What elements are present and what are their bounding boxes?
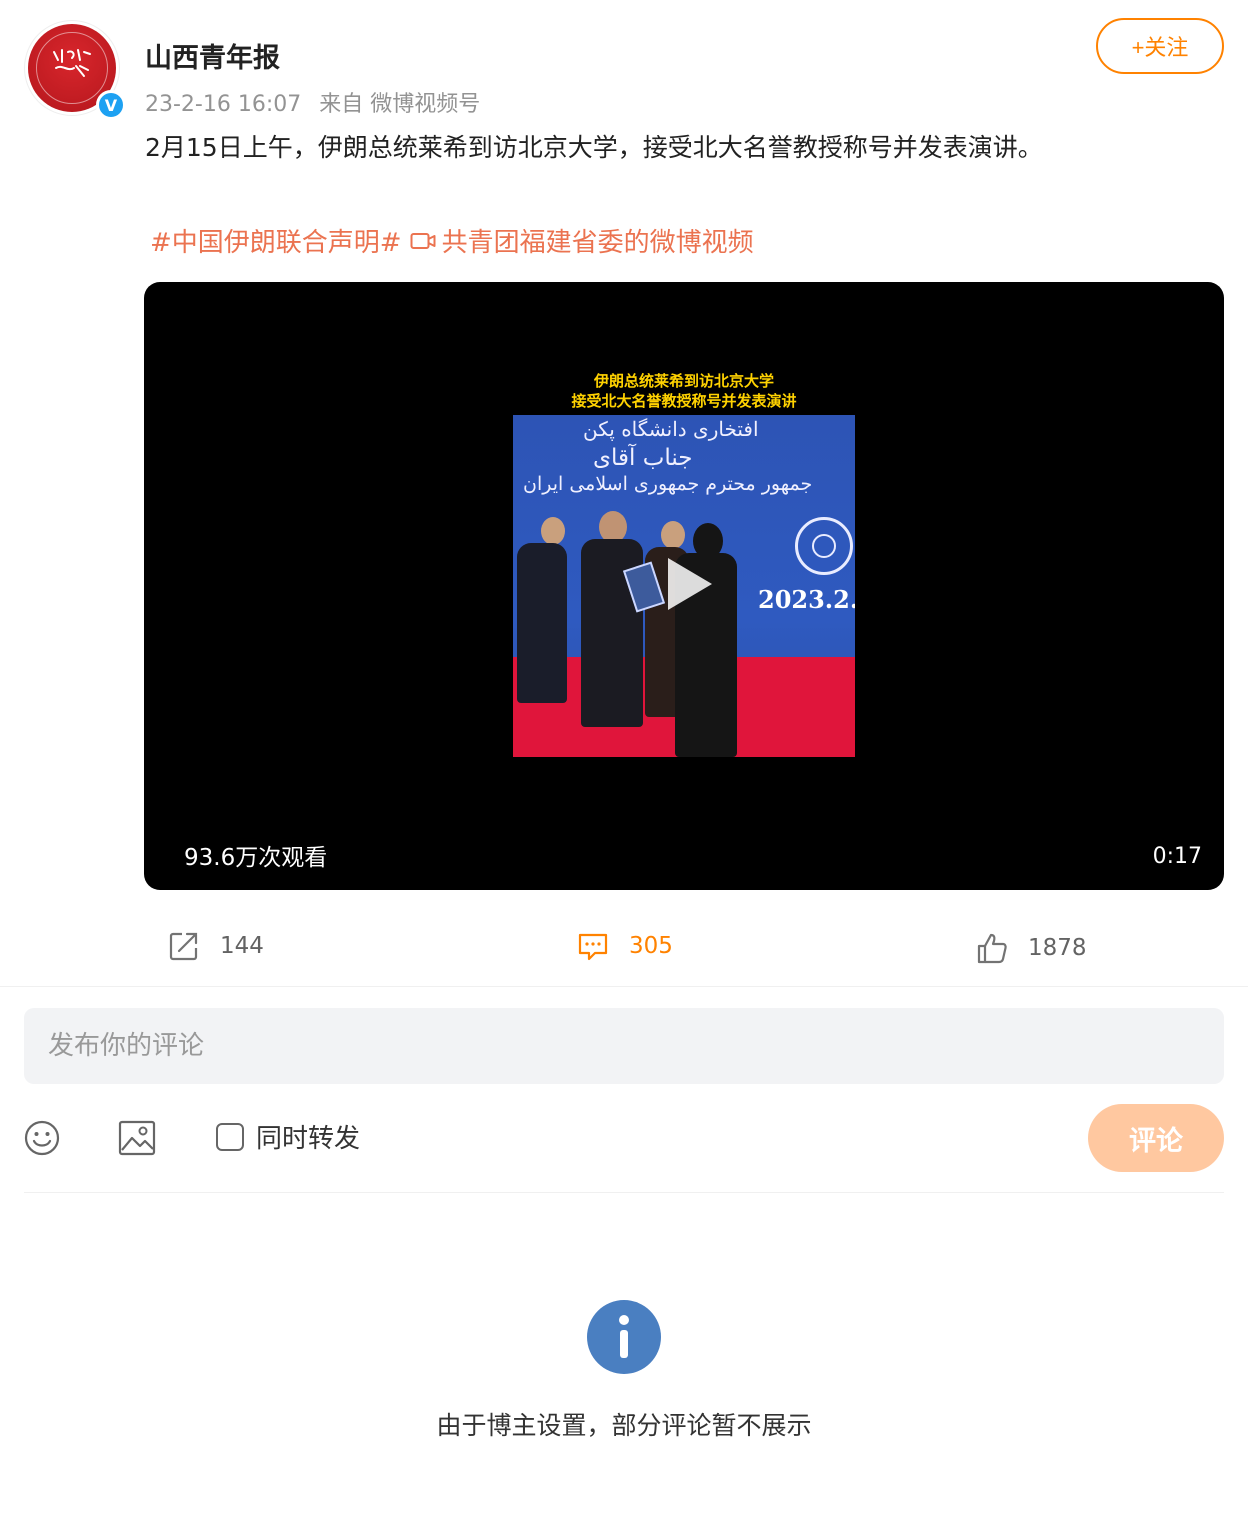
author-avatar[interactable]: V: [24, 20, 126, 120]
comment-icon: [578, 933, 608, 961]
play-icon[interactable]: [654, 552, 718, 616]
video-camera-icon: [410, 232, 436, 249]
person-head: [661, 521, 685, 549]
post-meta: 23-2-16 16:07 来自 微博视频号: [145, 86, 480, 118]
topic-tag-link[interactable]: #中国伊朗联合声明#: [150, 222, 402, 259]
seal-core: [812, 534, 836, 558]
person-figure: [517, 543, 567, 703]
repost-button[interactable]: 144: [168, 930, 264, 962]
calligraphy-mark-icon: [53, 49, 91, 77]
video-source-label: 共青团福建省委的微博视频: [441, 228, 754, 258]
video-caption-line1: 伊朗总统莱希到访北京大学: [593, 372, 774, 390]
university-seal: [795, 517, 853, 575]
backdrop-text-line1: افتخاری دانشگاه پکن: [583, 417, 759, 441]
follow-button[interactable]: +关注: [1096, 18, 1224, 74]
post-text: 2月15日上午，伊朗总统莱希到访北京大学，接受北大名誉教授称号并发表演讲。: [145, 133, 1043, 162]
image-icon[interactable]: [118, 1120, 156, 1156]
view-count: 93.6万次观看: [184, 845, 328, 871]
backdrop-text-line2: جمهور محترم جمهوری اسلامی ایران: [523, 473, 813, 495]
backdrop-date: 2023.2.: [758, 585, 855, 614]
person-head: [541, 517, 565, 545]
video-source-link[interactable]: 共青团福建省委的微博视频: [410, 222, 754, 259]
comment-button[interactable]: 305: [577, 930, 673, 962]
composer-divider: [24, 1192, 1224, 1193]
repost-count: 144: [220, 933, 264, 959]
like-button[interactable]: 1878: [976, 932, 1087, 964]
video-duration: 0:17: [1152, 844, 1202, 869]
emoji-icon[interactable]: [24, 1120, 60, 1156]
author-name[interactable]: 山西青年报: [145, 36, 280, 75]
info-icon: [587, 1300, 661, 1374]
like-count: 1878: [1028, 935, 1087, 961]
comment-count: 305: [629, 933, 673, 959]
section-divider: [0, 986, 1248, 987]
repost-toggle[interactable]: 同时转发: [216, 1118, 360, 1155]
post-source: 来自 微博视频号: [319, 92, 481, 117]
post-timestamp[interactable]: 23-2-16 16:07: [145, 92, 301, 117]
verified-badge-icon: V: [96, 90, 126, 120]
post-actions: 144 305 1878: [0, 920, 1248, 980]
video-caption-line2: 接受北大名誉教授称号并发表演讲: [571, 392, 797, 410]
post-links: #中国伊朗联合声明# 共青团福建省委的微博视频: [150, 222, 754, 259]
submit-comment-button[interactable]: 评论: [1088, 1104, 1224, 1172]
share-icon: [169, 932, 198, 961]
video-player[interactable]: 伊朗总统莱希到访北京大学 接受北大名誉教授称号并发表演讲 افتخاری دان…: [144, 282, 1224, 890]
comment-restriction-notice: 由于博主设置，部分评论暂不展示: [436, 1411, 812, 1440]
backdrop-text-line3: جناب آقای: [593, 445, 693, 471]
repost-checkbox[interactable]: [216, 1122, 244, 1151]
thumbs-up-icon: [977, 933, 1007, 964]
repost-label: 同时转发: [256, 1124, 361, 1154]
comment-input[interactable]: [24, 1008, 1224, 1084]
